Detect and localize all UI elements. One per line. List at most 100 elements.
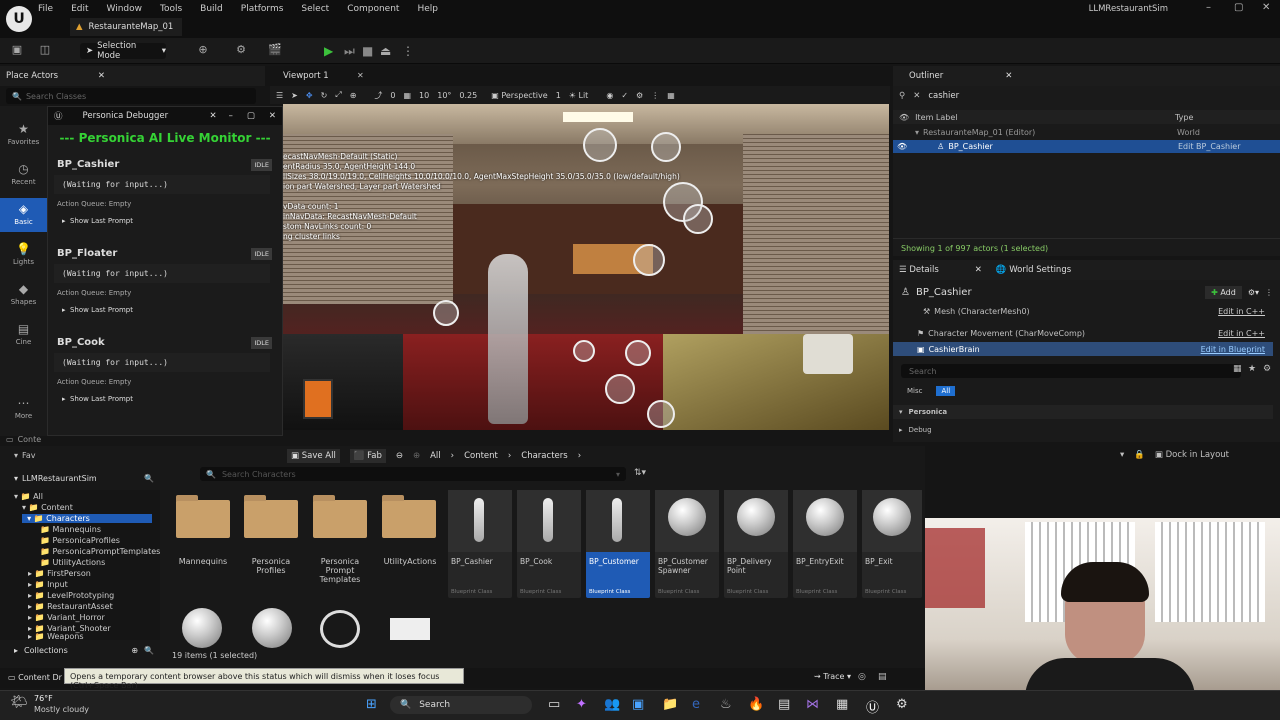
outliner-row-cashier[interactable]: 👁 ♙ BP_Cashier Edit BP_Cashier	[893, 140, 1280, 153]
show-icon[interactable]: ◉	[606, 91, 613, 100]
history-dropdown-icon[interactable]: ▾	[1120, 450, 1124, 460]
asset-tile-selected[interactable]: BP_Customer Blueprint Class	[586, 490, 650, 598]
close-window-icon[interactable]: ✕	[1262, 2, 1270, 13]
asset-sphere-thumbnail[interactable]	[252, 608, 292, 648]
filter-misc[interactable]: Misc	[907, 387, 922, 395]
component-row-brain[interactable]: ▣ CashierBrain Edit in Blueprint	[893, 342, 1273, 356]
tree-item[interactable]: ▸ 📁 LevelPrototyping	[28, 591, 114, 600]
back-icon[interactable]: ⊖	[396, 451, 403, 461]
tree-item[interactable]: 📁 PersonicaProfiles	[40, 536, 120, 545]
content-browser-tab-stub[interactable]: ▭ Conte	[6, 435, 41, 444]
asset-actor-thumbnail[interactable]	[320, 610, 360, 648]
source-control-icon[interactable]: ▤	[878, 672, 887, 682]
edge-icon[interactable]: e	[692, 697, 700, 712]
collection-search-icon[interactable]: 🔍	[144, 646, 154, 655]
blueprint-icon[interactable]: ⚙	[234, 43, 248, 57]
teams-icon[interactable]: 👥	[604, 697, 620, 712]
add-collection-icon[interactable]: ⊕	[131, 646, 138, 655]
tree-item[interactable]: 📁 UtilityActions	[40, 558, 105, 567]
collections-header[interactable]: ▸ Collections ⊕ 🔍	[14, 646, 154, 655]
details-tab[interactable]: ☰ Details	[899, 265, 939, 275]
col-type[interactable]: Type	[1175, 113, 1193, 122]
menu-platforms[interactable]: Platforms	[241, 4, 284, 14]
tree-search-icon[interactable]: 🔍	[144, 474, 154, 483]
notepad-icon[interactable]: ▤	[778, 697, 790, 712]
outliner-close-icon[interactable]: ✕	[1005, 71, 1012, 81]
camera-speed-value[interactable]: 1	[556, 91, 561, 100]
trace-button[interactable]: ⇝ Trace ▾	[814, 672, 851, 681]
component-row-movement[interactable]: ⚑ Character Movement (CharMoveComp) Edit…	[893, 326, 1273, 340]
perspective-dropdown[interactable]: ▣ Perspective	[491, 91, 547, 100]
tree-item[interactable]: ▸ 📁 Variant_Horror	[28, 613, 105, 622]
outliner-tab[interactable]: Outliner ✕	[893, 66, 1280, 86]
record-icon[interactable]: ◎	[858, 672, 866, 682]
details-close-icon[interactable]: ✕	[975, 265, 982, 275]
edit-blueprint-link[interactable]: Edit in Blueprint	[1201, 345, 1265, 354]
grid-snap-icon[interactable]: ▦	[403, 91, 411, 100]
selection-mode-dropdown[interactable]: ➤ Selection Mode ▾	[80, 41, 166, 61]
copilot-icon[interactable]: ✦	[576, 697, 587, 712]
debugger-close-tab-icon[interactable]: ✕	[209, 111, 216, 121]
asset-tile[interactable]: BP_Exit Blueprint Class	[862, 490, 922, 598]
asset-tile[interactable]: BP_Delivery Point Blueprint Class	[724, 490, 788, 598]
chip-icon[interactable]: ▦	[836, 697, 848, 712]
outliner-row-world[interactable]: ▾ RestauranteMap_01 (Editor) World	[893, 126, 1280, 139]
asset-widget-thumbnail[interactable]	[390, 618, 430, 640]
favorite-star-icon[interactable]: ★	[1248, 364, 1256, 374]
scale-snap-value[interactable]: 0.25	[459, 91, 477, 100]
sort-icon[interactable]: ⇅▾	[634, 468, 646, 478]
unreal-taskbar-icon[interactable]: Ⓤ	[866, 697, 879, 716]
lock-icon[interactable]: 🔒	[1134, 450, 1145, 460]
file-explorer-icon[interactable]: 📁	[662, 697, 678, 712]
rotate-tool-icon[interactable]: ↻	[321, 91, 328, 100]
rotate-snap-value[interactable]: 10°	[437, 91, 451, 100]
eye-icon[interactable]: 👁	[897, 142, 907, 151]
select-tool-icon[interactable]: ➤	[291, 91, 298, 100]
scale-tool-icon[interactable]: ⤢	[335, 90, 341, 100]
menu-select[interactable]: Select	[301, 4, 329, 14]
play-button[interactable]: ▶	[324, 44, 333, 58]
tree-item[interactable]: ▸ 📁 Weapons	[28, 632, 84, 641]
asset-tile[interactable]: BP_Customer Spawner Blueprint Class	[655, 490, 719, 598]
outliner-search[interactable]: ⚲ ✕ cashier	[899, 88, 1273, 104]
content-drawer-button[interactable]: ▭ Content Dr	[8, 673, 62, 682]
stop-button[interactable]: ■	[362, 44, 373, 58]
component-row-mesh[interactable]: ⚒ Mesh (CharacterMesh0) Edit in C++	[893, 304, 1273, 318]
more-options-icon[interactable]: ⋮	[651, 91, 659, 100]
asset-tile[interactable]: BP_Cashier Blueprint Class	[448, 490, 512, 598]
menu-build[interactable]: Build	[200, 4, 223, 14]
photos-icon[interactable]: ▣	[632, 697, 644, 712]
world-settings-tab[interactable]: 🌐 World Settings	[996, 265, 1071, 275]
debugger-maximize-icon[interactable]: ▢	[247, 111, 255, 121]
breadcrumb-characters[interactable]: Characters	[521, 451, 567, 461]
lit-dropdown[interactable]: ☀ Lit	[569, 91, 589, 100]
content-icon[interactable]: ◫	[38, 43, 52, 57]
taskbar-search[interactable]: 🔍 Search	[390, 696, 532, 714]
move-tool-icon[interactable]: ✥	[306, 91, 313, 100]
section-debug[interactable]: ▸ Debug	[893, 423, 1273, 437]
app-settings-icon[interactable]: ⚙	[896, 697, 908, 712]
viewport-scene[interactable]: ecastNavMesh-Default (Static) entRadius …	[283, 104, 889, 430]
menu-tools[interactable]: Tools	[160, 4, 182, 14]
category-recent[interactable]: ◷ Recent	[0, 162, 47, 186]
tree-item[interactable]: ▸ 📁 Input	[28, 580, 68, 589]
surface-snap-icon[interactable]: ⤴	[374, 90, 382, 101]
edit-cashier-link[interactable]: Edit BP_Cashier	[1178, 142, 1241, 151]
save-icon[interactable]: ▣	[10, 43, 24, 57]
asset-search-input[interactable]: 🔍 Search Characters ▾	[200, 467, 626, 481]
layout-icon[interactable]: ▦	[667, 91, 675, 100]
details-settings-icon[interactable]: ⚙	[1263, 364, 1271, 374]
place-actors-tab[interactable]: Place Actors ✕	[0, 66, 265, 86]
blueprint-options-icon[interactable]: ⚙▾	[1248, 288, 1259, 297]
col-item-label[interactable]: Item Label	[915, 113, 957, 122]
tree-item[interactable]: ▾ 📁 All	[14, 492, 43, 501]
fov-value[interactable]: 0	[390, 91, 395, 100]
folder-personica-prompt-templates[interactable]	[313, 495, 367, 538]
menu-help[interactable]: Help	[417, 4, 438, 14]
project-header[interactable]: ▾ LLMRestaurantSim 🔍	[14, 474, 154, 483]
steam-icon[interactable]: ♨	[720, 697, 732, 712]
tree-item[interactable]: ▾ 📁 Content	[22, 503, 73, 512]
menu-icon[interactable]: ☰	[276, 91, 283, 100]
breadcrumb-all[interactable]: All	[430, 451, 441, 461]
minimize-icon[interactable]: –	[1206, 2, 1211, 13]
